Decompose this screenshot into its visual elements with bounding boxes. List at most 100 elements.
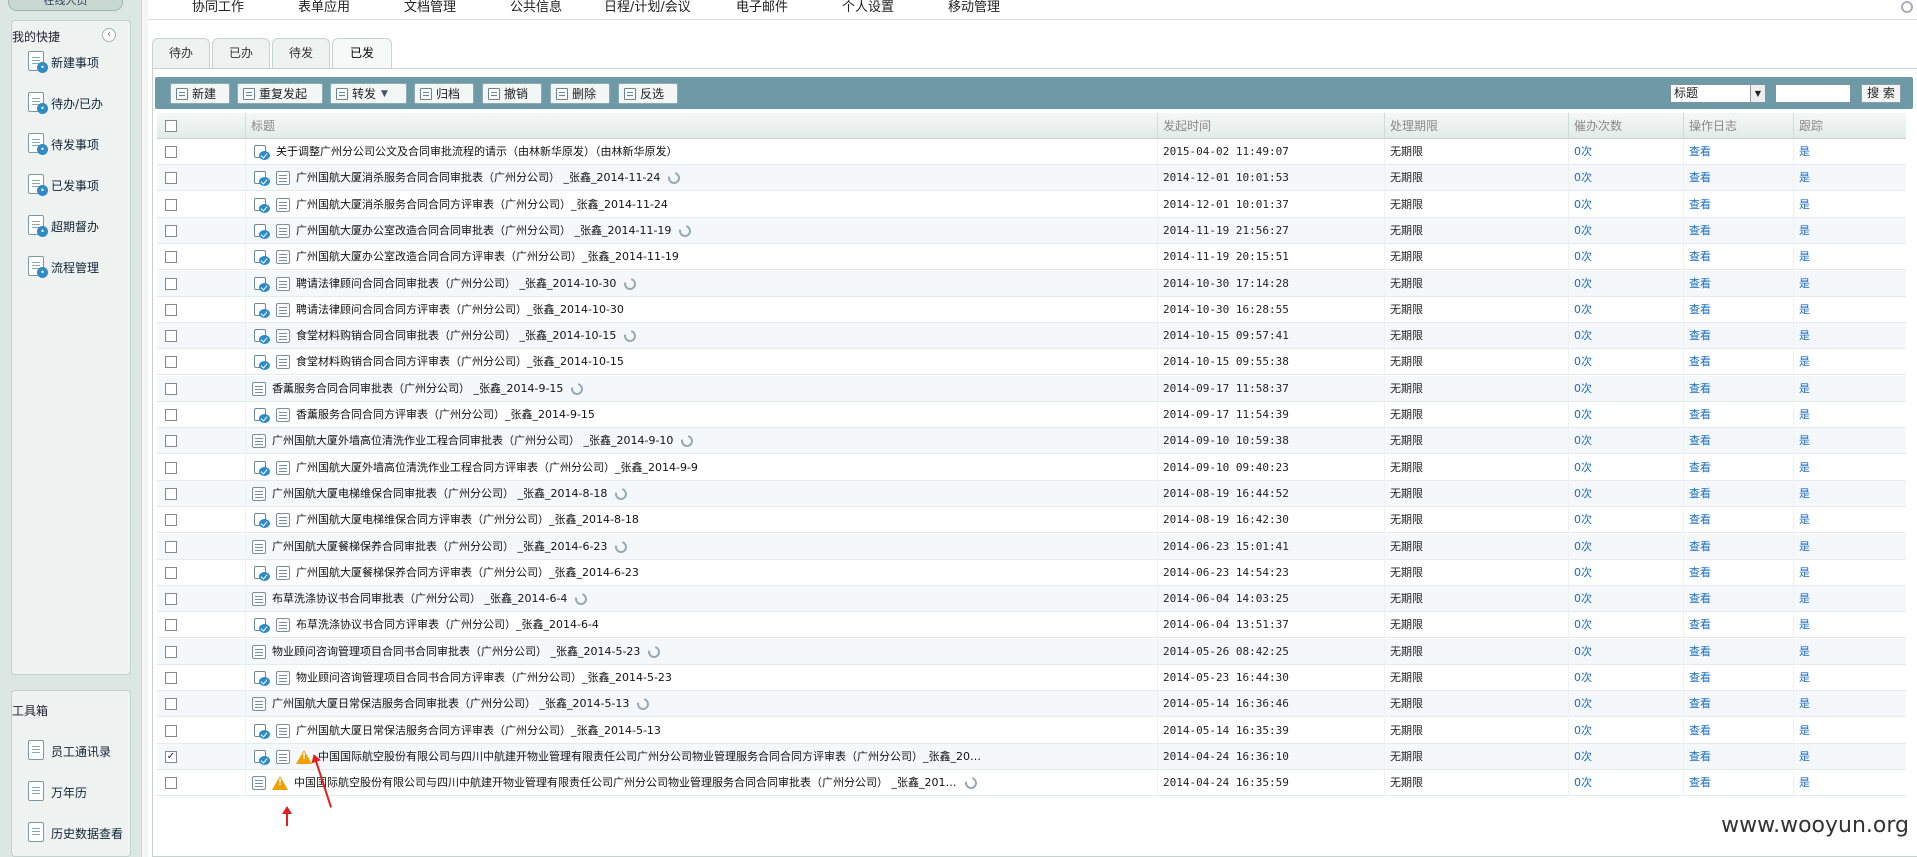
table-row[interactable]: 物业顾问咨询管理项目合同书合同审批表（广州分公司） _张鑫_2014-5-23 2… — [157, 638, 1906, 665]
tracking-link[interactable]: 是 — [1793, 533, 1906, 560]
item-title-link[interactable]: 食堂材料购销合同合同审批表（广州分公司） _张鑫_2014-10-15 — [296, 323, 616, 349]
item-title-link[interactable]: 物业顾问咨询管理项目合同书合同方评审表（广州分公司）_张鑫_2014-5-23 — [296, 665, 672, 691]
operation-log-link[interactable]: 查看 — [1683, 139, 1793, 165]
tracking-link[interactable]: 是 — [1793, 743, 1906, 770]
settings-gear-icon[interactable] — [1901, 1, 1913, 13]
table-row[interactable]: 物业顾问咨询管理项目合同书合同方评审表（广州分公司）_张鑫_2014-5-23 2… — [157, 665, 1906, 691]
urge-count[interactable]: 0次 — [1568, 139, 1683, 165]
toolbar-button-3[interactable]: 转发 ▼ — [330, 83, 407, 104]
operation-log-link[interactable]: 查看 — [1683, 559, 1793, 586]
quick-item-1[interactable]: • 新建事项 — [26, 48, 99, 76]
table-row[interactable]: 布草洗涤协议书合同方评审表（广州分公司）_张鑫_2014-6-4 2014-06-… — [157, 612, 1906, 639]
toolbar-button-2[interactable]: 重复发起 — [237, 83, 323, 104]
item-title-link[interactable]: 广州国航大厦办公室改造合同合同方评审表（广州分公司）_张鑫_2014-11-19 — [296, 244, 679, 270]
item-title-link[interactable]: 广州国航大厦外墙高位清洗作业工程合同方评审表（广州分公司）_张鑫_2014-9-… — [296, 455, 698, 481]
table-row[interactable]: 广州国航大厦电梯维保合同方评审表（广州分公司）_张鑫_2014-8-18 2014… — [157, 507, 1906, 534]
toolbar-button-6[interactable]: 删除 — [550, 83, 610, 104]
tracking-link[interactable]: 是 — [1793, 402, 1906, 428]
table-row[interactable]: 广州国航大厦外墙高位清洗作业工程合同审批表（广州分公司） _张鑫_2014-9-… — [157, 428, 1906, 455]
tracking-link[interactable]: 是 — [1793, 665, 1906, 691]
urge-count[interactable]: 0次 — [1568, 638, 1683, 665]
title-cell[interactable]: 关于调整广州分公司公文及合同审批流程的请示（由林新华原发）（由林新华原发） — [245, 139, 1157, 165]
search-field-select[interactable]: 标题 ▼ — [1670, 84, 1766, 103]
item-title-link[interactable]: 中国国际航空股份有限公司与四川中航建开物业管理有限责任公司广州分公司物业管理服务… — [294, 770, 957, 796]
table-row[interactable]: 广州国航大厦消杀服务合同合同审批表（广州分公司） _张鑫_2014-11-24 2… — [157, 165, 1906, 192]
operation-log-link[interactable]: 查看 — [1683, 402, 1793, 428]
item-title-link[interactable]: 物业顾问咨询管理项目合同书合同审批表（广州分公司） _张鑫_2014-5-23 — [272, 639, 640, 665]
table-row[interactable]: 食堂材料购销合同合同方评审表（广州分公司）_张鑫_2014-10-15 2014-… — [157, 349, 1906, 376]
urge-count[interactable]: 0次 — [1568, 480, 1683, 507]
item-title-link[interactable]: 中国国际航空股份有限公司与四川中航建开物业管理有限责任公司广州分公司物业管理服务… — [318, 744, 981, 770]
item-title-link[interactable]: 广州国航大厦电梯维保合同审批表（广州分公司） _张鑫_2014-8-18 — [272, 481, 607, 507]
table-row[interactable]: 广州国航大厦日常保洁服务合同方评审表（广州分公司）_张鑫_2014-5-13 20… — [157, 717, 1906, 744]
title-cell[interactable]: 食堂材料购销合同合同审批表（广州分公司） _张鑫_2014-10-15 — [245, 323, 1157, 350]
title-cell[interactable]: 广州国航大厦日常保洁服务合同方评审表（广州分公司）_张鑫_2014-5-13 — [245, 717, 1157, 744]
tracking-link[interactable]: 是 — [1793, 323, 1906, 350]
row-checkbox[interactable] — [165, 251, 177, 264]
toolbar-button-5[interactable]: 撤销 — [482, 83, 542, 104]
quick-item-2[interactable]: • 待办/已办 — [26, 89, 103, 117]
online-users-button[interactable]: 在线人员 — [8, 0, 123, 11]
urge-count[interactable]: 0次 — [1568, 559, 1683, 586]
tracking-link[interactable]: 是 — [1793, 586, 1906, 613]
tracking-link[interactable]: 是 — [1793, 454, 1906, 481]
title-cell[interactable]: 广州国航大厦电梯维保合同审批表（广州分公司） _张鑫_2014-8-18 — [245, 480, 1157, 507]
item-title-link[interactable]: 食堂材料购销合同合同方评审表（广州分公司）_张鑫_2014-10-15 — [296, 349, 624, 375]
quick-item-3[interactable]: • 待发事项 — [26, 130, 99, 158]
row-checkbox[interactable] — [165, 356, 177, 369]
urge-count[interactable]: 0次 — [1568, 191, 1683, 218]
item-title-link[interactable]: 广州国航大厦日常保洁服务合同方评审表（广州分公司）_张鑫_2014-5-13 — [296, 718, 661, 744]
title-cell[interactable]: 广州国航大厦外墙高位清洗作业工程合同审批表（广州分公司） _张鑫_2014-9-… — [245, 428, 1157, 455]
title-cell[interactable]: 中国国际航空股份有限公司与四川中航建开物业管理有限责任公司广州分公司物业管理服务… — [245, 743, 1157, 770]
urge-count[interactable]: 0次 — [1568, 454, 1683, 481]
title-cell[interactable]: 广州国航大厦餐梯保养合同方评审表（广州分公司）_张鑫_2014-6-23 — [245, 559, 1157, 586]
quick-item-4[interactable]: • 已发事项 — [26, 171, 99, 199]
item-title-link[interactable]: 布草洗涤协议书合同方评审表（广州分公司）_张鑫_2014-6-4 — [296, 612, 599, 638]
title-cell[interactable]: 布草洗涤协议书合同方评审表（广州分公司）_张鑫_2014-6-4 — [245, 612, 1157, 639]
topnav-item-8[interactable]: 移动管理 — [948, 0, 1000, 16]
urge-count[interactable]: 0次 — [1568, 428, 1683, 455]
tracking-link[interactable]: 是 — [1793, 638, 1906, 665]
row-checkbox[interactable] — [165, 461, 177, 474]
row-checkbox[interactable] — [165, 777, 177, 790]
row-checkbox[interactable] — [165, 593, 177, 606]
operation-log-link[interactable]: 查看 — [1683, 349, 1793, 376]
row-checkbox[interactable] — [165, 540, 177, 553]
title-cell[interactable]: 中国国际航空股份有限公司与四川中航建开物业管理有限责任公司广州分公司物业管理服务… — [245, 770, 1157, 797]
operation-log-link[interactable]: 查看 — [1683, 217, 1793, 244]
operation-log-link[interactable]: 查看 — [1683, 743, 1793, 770]
operation-log-link[interactable]: 查看 — [1683, 244, 1793, 271]
operation-log-link[interactable]: 查看 — [1683, 454, 1793, 481]
urge-count[interactable]: 0次 — [1568, 533, 1683, 560]
urge-count[interactable]: 0次 — [1568, 586, 1683, 613]
title-cell[interactable]: 香薰服务合同合同审批表（广州分公司） _张鑫_2014-9-15 — [245, 375, 1157, 402]
urge-count[interactable]: 0次 — [1568, 691, 1683, 718]
row-checkbox[interactable] — [165, 698, 177, 711]
row-checkbox[interactable] — [165, 619, 177, 632]
search-input[interactable] — [1775, 84, 1851, 103]
item-title-link[interactable]: 广州国航大厦日常保洁服务合同审批表（广州分公司） _张鑫_2014-5-13 — [272, 691, 629, 717]
tab-4[interactable]: 已发 — [332, 38, 392, 68]
urge-count[interactable]: 0次 — [1568, 717, 1683, 744]
urge-count[interactable]: 0次 — [1568, 770, 1683, 797]
title-cell[interactable]: 物业顾问咨询管理项目合同书合同方评审表（广州分公司）_张鑫_2014-5-23 — [245, 665, 1157, 691]
collapse-sidebar-button[interactable]: ‹ — [102, 28, 116, 42]
topnav-item-3[interactable]: 文档管理 — [404, 0, 456, 16]
tracking-link[interactable]: 是 — [1793, 270, 1906, 297]
row-checkbox[interactable] — [165, 724, 177, 737]
tracking-link[interactable]: 是 — [1793, 296, 1906, 323]
search-button[interactable]: 搜 索 — [1861, 84, 1901, 103]
table-row[interactable]: 广州国航大厦办公室改造合同合同审批表（广州分公司） _张鑫_2014-11-19… — [157, 217, 1906, 244]
urge-count[interactable]: 0次 — [1568, 743, 1683, 770]
tracking-link[interactable]: 是 — [1793, 507, 1906, 534]
urge-count[interactable]: 0次 — [1568, 323, 1683, 350]
row-checkbox[interactable] — [165, 645, 177, 658]
operation-log-link[interactable]: 查看 — [1683, 191, 1793, 218]
row-checkbox[interactable] — [165, 487, 177, 500]
table-row[interactable]: 广州国航大厦电梯维保合同审批表（广州分公司） _张鑫_2014-8-18 2014… — [157, 480, 1906, 507]
row-checkbox[interactable] — [165, 224, 177, 237]
table-row[interactable]: 广州国航大厦消杀服务合同合同方评审表（广州分公司）_张鑫_2014-11-24 2… — [157, 191, 1906, 218]
item-title-link[interactable]: 广州国航大厦电梯维保合同方评审表（广州分公司）_张鑫_2014-8-18 — [296, 507, 639, 533]
row-checkbox[interactable] — [165, 435, 177, 448]
table-row[interactable]: 香薰服务合同合同审批表（广州分公司） _张鑫_2014-9-15 2014-09-… — [157, 375, 1906, 402]
